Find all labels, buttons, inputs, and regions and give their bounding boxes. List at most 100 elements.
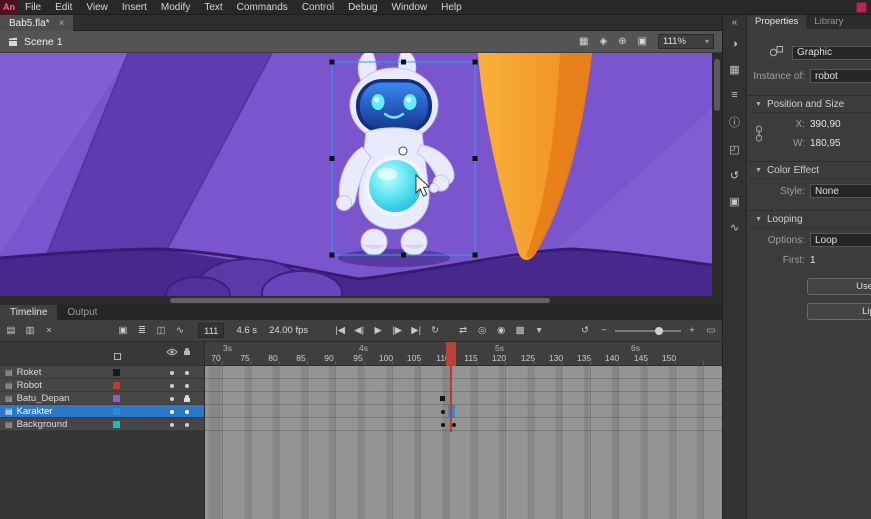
layer-color-swatch[interactable] [113,408,120,415]
layer-lock-toggle[interactable] [185,384,189,388]
edit-scene-icon[interactable]: ▦ [579,36,588,47]
align-panel-icon[interactable]: ≡ [731,89,737,101]
layer-row-batu-depan[interactable]: ▤ Batu_Depan [0,392,204,405]
zoom-in-timeline-icon[interactable]: + [686,325,698,336]
transform-point[interactable] [399,147,407,155]
playhead[interactable] [446,342,456,366]
x-value[interactable]: 390,90 [810,119,841,130]
document-tab[interactable]: Bab5.fla* × [0,15,73,31]
keyframe-marker[interactable] [440,396,445,401]
info-panel-icon[interactable]: ⓘ [729,114,740,130]
layer-lock-toggle[interactable] [185,423,189,427]
close-tab-icon[interactable]: × [59,18,65,29]
center-stage-icon[interactable]: ⊕ [618,36,626,47]
layer-parenting-icon[interactable]: ≣ [136,325,148,336]
color-panel-icon[interactable]: ◑ [731,38,738,50]
first-frame-value[interactable]: 1 [810,255,816,266]
layer-row-karakter[interactable]: ▤ Karakter [0,405,204,418]
use-frame-picker-button[interactable]: Use Fra [807,278,871,295]
outline-color-header-icon[interactable] [114,353,121,360]
menubar-right-icon[interactable] [856,2,867,13]
section-position-and-size[interactable]: ▼ Position and Size [747,95,871,113]
history-panel-icon[interactable]: ↺ [730,169,739,182]
eye-icon[interactable] [166,343,178,361]
instance-name-field[interactable]: robot [810,69,871,83]
center-frame-icon[interactable]: ⇄ [457,325,469,336]
layer-visibility-toggle[interactable] [170,397,174,401]
stage-vertical-scrollbar[interactable] [712,53,722,296]
link-dimensions-icon[interactable] [754,125,764,145]
layer-row-background[interactable]: ▤ Background [0,418,204,431]
stage-canvas[interactable] [0,53,712,296]
menu-item[interactable]: Commands [230,0,295,15]
keyframe-marker[interactable] [452,423,456,427]
swatches-panel-icon[interactable]: ▦ [729,63,739,76]
menu-item[interactable]: Insert [115,0,154,15]
tab-properties[interactable]: Properties [747,15,806,29]
scene-name[interactable]: Scene 1 [24,36,63,48]
new-layer-icon[interactable]: ▤ [5,325,17,336]
slider-knob[interactable] [655,327,663,335]
loop-playback-icon[interactable]: ↻ [429,325,441,336]
camera-panel-icon[interactable]: ▣ [729,195,739,208]
go-to-first-frame-icon[interactable]: |◀ [334,325,346,336]
lip-sync-button[interactable]: Lip S [807,303,871,320]
stage-horizontal-scrollbar[interactable] [0,296,722,305]
tab-timeline[interactable]: Timeline [0,305,57,320]
go-to-last-frame-icon[interactable]: ▶| [410,325,422,336]
layer-color-swatch[interactable] [113,395,120,402]
new-folder-icon[interactable]: ▥ [24,325,36,336]
reset-timeline-zoom-icon[interactable]: ↺ [579,325,591,336]
modify-markers-icon[interactable]: ▾ [533,325,545,336]
layer-row-roket[interactable]: ▤ Roket [0,366,204,379]
layer-visibility-toggle[interactable] [170,423,174,427]
style-dropdown[interactable]: None ▾ [810,184,871,198]
frame-rate-field[interactable]: 24.00 fps [269,325,308,336]
symbol-type-dropdown[interactable]: Graphic ▾ [792,46,871,60]
menu-item[interactable]: Control [295,0,341,15]
clip-content-icon[interactable]: ▣ [638,36,647,47]
layer-lock-toggle[interactable] [185,410,189,414]
layer-depth-icon[interactable]: ∿ [174,325,186,336]
step-forward-icon[interactable]: |▶ [391,325,403,336]
edit-symbols-icon[interactable]: ◈ [599,36,607,47]
menu-item[interactable]: Window [385,0,435,15]
scrollbar-thumb[interactable] [714,59,720,111]
zoom-out-timeline-icon[interactable]: − [598,325,610,336]
keyframe-marker[interactable] [441,410,445,414]
section-looping[interactable]: ▼ Looping [747,210,871,228]
transform-panel-icon[interactable]: ◰ [729,143,739,156]
resize-timeline-view-icon[interactable]: ▭ [705,325,717,336]
section-collapse-icon[interactable]: ▼ [755,101,762,108]
menu-item[interactable]: View [79,0,115,15]
scrollbar-thumb[interactable] [170,298,550,303]
menu-item[interactable]: Help [434,0,469,15]
tab-library[interactable]: Library [806,15,851,29]
camera-icon[interactable]: ▣ [117,325,129,336]
layer-visibility-toggle[interactable] [170,371,174,375]
timeline-ruler[interactable]: 3s4s5s6s 7075808590951001051101151201251… [205,342,722,366]
menu-item[interactable]: Modify [154,0,197,15]
filter-layers-icon[interactable]: ◫ [155,325,167,336]
timeline-zoom-slider[interactable] [615,324,681,338]
current-frame-field[interactable]: 111 [198,323,224,338]
menu-item[interactable]: Edit [48,0,79,15]
w-value[interactable]: 180,95 [810,138,841,149]
motion-editor-panel-icon[interactable]: ∿ [730,221,739,234]
onion-skin-icon[interactable]: ◎ [476,325,488,336]
section-collapse-icon[interactable]: ▼ [755,216,762,223]
layer-color-swatch[interactable] [113,382,120,389]
tab-output[interactable]: Output [57,305,107,320]
onion-skin-outlines-icon[interactable]: ◉ [495,325,507,336]
keyframe-marker[interactable] [441,423,445,427]
layer-color-swatch[interactable] [113,421,120,428]
layer-row-robot[interactable]: ▤ Robot [0,379,204,392]
layer-visibility-toggle[interactable] [170,410,174,414]
menu-item[interactable]: File [18,0,48,15]
lock-icon[interactable] [183,343,191,361]
loop-options-dropdown[interactable]: Loop ▾ [810,233,871,247]
layer-color-swatch[interactable] [113,369,120,376]
timeline-frames-area[interactable]: 3s4s5s6s 7075808590951001051101151201251… [205,342,722,519]
play-icon[interactable]: ▶ [372,325,384,336]
section-collapse-icon[interactable]: ▼ [755,167,762,174]
